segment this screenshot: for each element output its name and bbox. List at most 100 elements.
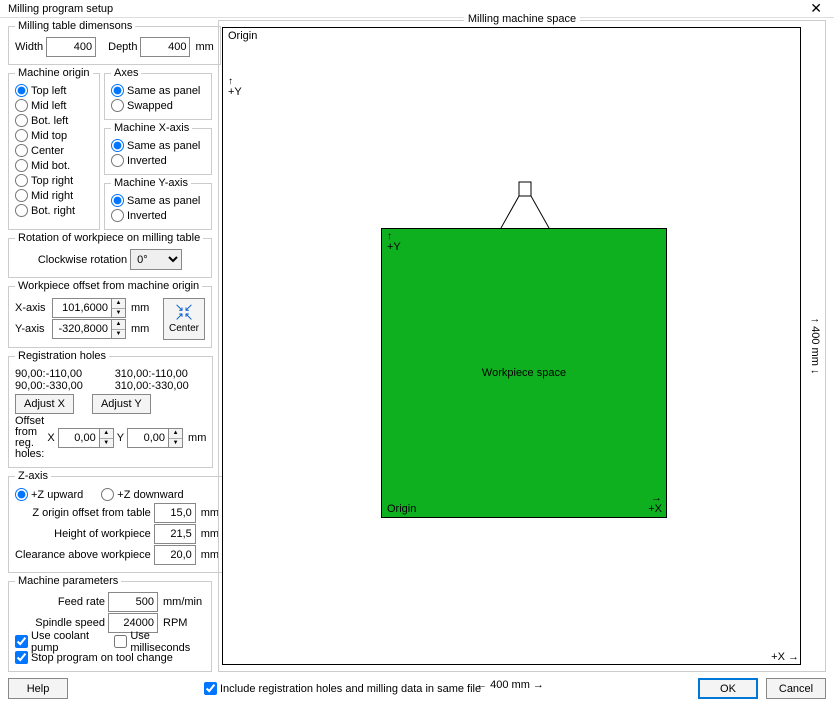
- radio-mo-4[interactable]: [15, 144, 28, 157]
- canvas-machine-space: Origin ↑+Y ↑+Y Workpiece space Origin →+…: [222, 27, 801, 665]
- radio-mo-6[interactable]: [15, 174, 28, 187]
- input-offset-x[interactable]: [52, 298, 112, 318]
- unit-mm: mm: [201, 549, 219, 561]
- label-ax-1[interactable]: Swapped: [127, 100, 173, 112]
- spinner-offset-y[interactable]: ▲▼: [112, 319, 126, 339]
- label-yax-1[interactable]: Inverted: [127, 210, 167, 222]
- label-mo-8[interactable]: Bot. right: [31, 205, 75, 217]
- label-z-clearance: Clearance above workpiece: [15, 549, 151, 561]
- input-depth[interactable]: [140, 37, 190, 57]
- label-offset-x: X-axis: [15, 302, 49, 314]
- close-icon[interactable]: ✕: [806, 0, 826, 17]
- radio-mo-3[interactable]: [15, 129, 28, 142]
- label-mo-4[interactable]: Center: [31, 145, 64, 157]
- legend-machine-params: Machine parameters: [15, 575, 121, 587]
- label-origin-outer: Origin: [228, 30, 257, 42]
- label-ms[interactable]: Use milliseconds: [130, 630, 205, 654]
- radio-xax-1[interactable]: [111, 154, 124, 167]
- workpiece-rect: ↑+Y Workpiece space Origin →+X: [381, 228, 667, 518]
- radio-mo-7[interactable]: [15, 189, 28, 202]
- label-mo-5[interactable]: Mid bot.: [31, 160, 70, 172]
- axis-x-outer: +X →: [771, 651, 799, 663]
- label-width: Width: [15, 41, 43, 53]
- adjust-x-button[interactable]: Adjust X: [15, 394, 74, 414]
- radio-ax-1[interactable]: [111, 99, 124, 112]
- center-arrows-icon: ↘↙↗↖: [175, 304, 193, 322]
- spinner-offset-x[interactable]: ▲▼: [112, 298, 126, 318]
- label-mo-6[interactable]: Top right: [31, 175, 73, 187]
- window-title: Milling program setup: [8, 3, 806, 15]
- label-reg-y: Y: [117, 432, 124, 444]
- label-workpiece: Workpiece space: [482, 367, 566, 379]
- label-z-up[interactable]: +Z upward: [31, 489, 83, 501]
- legend-offset: Workpiece offset from machine origin: [15, 280, 202, 292]
- legend-rotation: Rotation of workpiece on milling table: [15, 232, 203, 244]
- radio-mo-1[interactable]: [15, 99, 28, 112]
- radio-z-up[interactable]: [15, 488, 28, 501]
- unit-mm: mm: [131, 323, 149, 335]
- radio-mo-8[interactable]: [15, 204, 28, 217]
- label-reg-x: X: [47, 432, 54, 444]
- group-y-axis: Machine Y-axis Same as panel Inverted: [104, 177, 212, 230]
- radio-ax-0[interactable]: [111, 84, 124, 97]
- label-mo-1[interactable]: Mid left: [31, 100, 66, 112]
- input-width[interactable]: [46, 37, 96, 57]
- legend-y-axis: Machine Y-axis: [111, 177, 191, 189]
- radio-z-down[interactable]: [101, 488, 114, 501]
- unit-mm: mm: [201, 528, 219, 540]
- label-yax-0[interactable]: Same as panel: [127, 195, 200, 207]
- radio-xax-0[interactable]: [111, 139, 124, 152]
- unit-mm: mm: [195, 41, 213, 53]
- legend-x-axis: Machine X-axis: [111, 122, 192, 134]
- input-feed[interactable]: [108, 592, 158, 612]
- radio-mo-0[interactable]: [15, 84, 28, 97]
- legend-reg-holes: Registration holes: [15, 350, 109, 362]
- group-x-axis: Machine X-axis Same as panel Inverted: [104, 122, 212, 175]
- label-z-height: Height of workpiece: [54, 528, 151, 540]
- label-xax-1[interactable]: Inverted: [127, 155, 167, 167]
- check-toolchange[interactable]: [15, 651, 28, 664]
- spinner-reg-x[interactable]: ▲▼: [100, 428, 114, 448]
- reg-coord-0: 90,00:-110,00: [15, 368, 107, 380]
- reg-coord-1: 310,00:-110,00: [115, 368, 207, 380]
- axis-x-inner: →+X: [648, 493, 662, 515]
- label-z-down[interactable]: +Z downward: [117, 489, 183, 501]
- input-z-clearance[interactable]: [154, 545, 196, 565]
- label-mo-3[interactable]: Mid top: [31, 130, 67, 142]
- label-toolchange[interactable]: Stop program on tool change: [31, 652, 173, 664]
- select-rotation[interactable]: 0°: [130, 249, 182, 270]
- label-mo-7[interactable]: Mid right: [31, 190, 73, 202]
- center-label: Center: [169, 323, 199, 334]
- axis-right-label: ↑ 400 mm ↓: [809, 318, 821, 375]
- group-machine-origin: Machine origin Top leftMid leftBot. left…: [8, 67, 100, 230]
- label-mo-2[interactable]: Bot. left: [31, 115, 68, 127]
- label-mo-0[interactable]: Top left: [31, 85, 66, 97]
- group-dimensions: Milling table dimensons Width Depth mm: [8, 20, 221, 65]
- radio-mo-2[interactable]: [15, 114, 28, 127]
- check-coolant[interactable]: [15, 635, 28, 648]
- label-coolant[interactable]: Use coolant pump: [31, 630, 111, 654]
- label-ax-0[interactable]: Same as panel: [127, 85, 200, 97]
- group-z-axis: Z-axis +Z upward +Z downward Z origin of…: [8, 470, 226, 573]
- label-rotation: Clockwise rotation: [38, 254, 127, 266]
- adjust-y-button[interactable]: Adjust Y: [92, 394, 151, 414]
- input-offset-y[interactable]: [52, 319, 112, 339]
- axis-y-outer: ↑+Y: [228, 76, 242, 98]
- spinner-reg-y[interactable]: ▲▼: [169, 428, 183, 448]
- radio-yax-1[interactable]: [111, 209, 124, 222]
- check-ms[interactable]: [114, 635, 127, 648]
- input-z-origin[interactable]: [154, 503, 196, 523]
- input-z-height[interactable]: [154, 524, 196, 544]
- legend-machine-space: Milling machine space: [464, 13, 580, 25]
- legend-z-axis: Z-axis: [15, 470, 51, 482]
- titlebar: Milling program setup ✕: [0, 0, 834, 18]
- center-button[interactable]: ↘↙↗↖ Center: [163, 298, 205, 340]
- input-reg-y[interactable]: [127, 428, 169, 448]
- radio-yax-0[interactable]: [111, 194, 124, 207]
- axis-bottom-label: ← 400 mm →: [219, 679, 801, 691]
- label-offset-y: Y-axis: [15, 323, 49, 335]
- radio-mo-5[interactable]: [15, 159, 28, 172]
- label-xax-0[interactable]: Same as panel: [127, 140, 200, 152]
- input-reg-x[interactable]: [58, 428, 100, 448]
- label-origin-inner: Origin: [387, 503, 416, 515]
